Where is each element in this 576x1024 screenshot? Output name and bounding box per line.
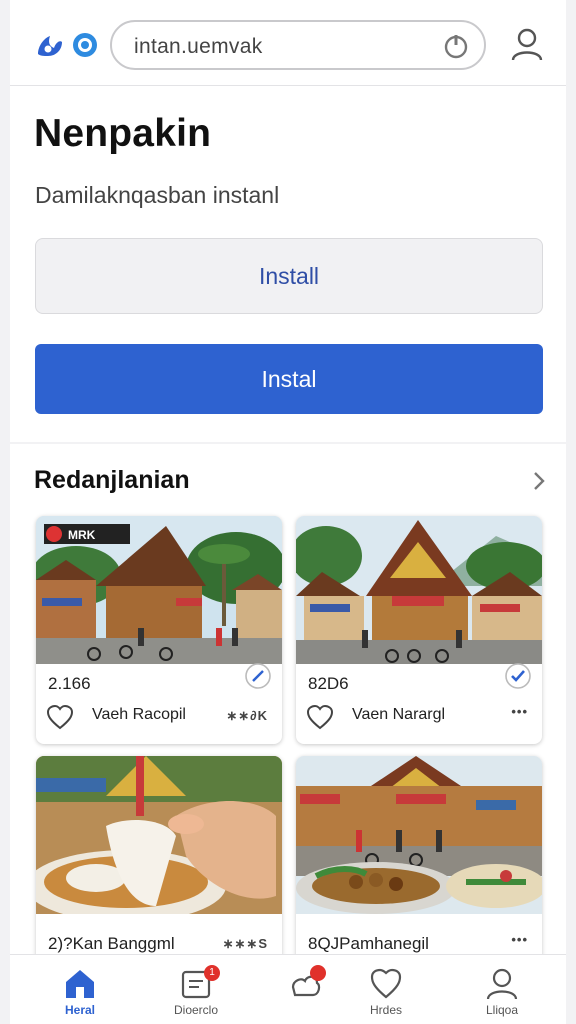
search-value: intan.uemvak bbox=[134, 35, 263, 58]
card-value: 82D6 bbox=[308, 674, 349, 693]
nav-favorites[interactable]: Hrdes bbox=[346, 961, 426, 1023]
heart-icon[interactable] bbox=[46, 704, 74, 730]
bottom-nav: Heral 1 Dioerclo Hrdes Lliqoa bbox=[10, 954, 566, 1024]
install-panel: Nenpakin Damilaknqasban instanl Install … bbox=[10, 86, 566, 442]
card-image: MRK bbox=[36, 516, 282, 664]
recommendations-section: Redanjlanian MRK 2.166 Vaeh Racopil ∗∗∂K… bbox=[10, 444, 566, 966]
app-frame: intan.uemvak Nenpakin Damilaknqasban ins… bbox=[0, 0, 576, 1024]
card-value: 8QJPamhanegil bbox=[308, 934, 429, 953]
brush-icon[interactable] bbox=[244, 662, 272, 690]
nav-profile[interactable]: Lliqoa bbox=[462, 961, 542, 1023]
install-primary-button[interactable]: Instal bbox=[35, 344, 543, 414]
card-image bbox=[296, 516, 542, 664]
nav-label: Lliqoa bbox=[485, 1003, 519, 1017]
user-icon bbox=[486, 968, 518, 1000]
card-label: Vaeh Racopil bbox=[92, 706, 186, 723]
page-title: Nenpakin bbox=[34, 112, 212, 155]
top-bar: intan.uemvak bbox=[10, 0, 566, 86]
card-label: Vaen Narargl bbox=[352, 706, 446, 723]
heart-icon[interactable] bbox=[306, 704, 334, 730]
check-icon[interactable] bbox=[504, 662, 532, 690]
list-item[interactable]: 82D6 Vaen Narargl ••• bbox=[296, 516, 542, 744]
card-value: 2)?Kan Banggml bbox=[48, 934, 175, 953]
section-title: Redanjlanian bbox=[34, 466, 190, 494]
notification-badge: 1 bbox=[204, 965, 220, 981]
card-image bbox=[296, 756, 542, 914]
nav-label: Heral bbox=[64, 1003, 96, 1017]
nav-list[interactable]: 1 Dioerclo bbox=[156, 961, 236, 1023]
home-icon bbox=[66, 970, 94, 998]
list-item[interactable]: MRK 2.166 Vaeh Racopil ∗∗∂K bbox=[36, 516, 282, 744]
card-meta: ∗∗∗S bbox=[222, 936, 268, 951]
card-meta: ∗∗∂K bbox=[226, 708, 268, 723]
brand-logo-icon bbox=[38, 36, 62, 56]
card-image bbox=[36, 756, 282, 914]
nav-home[interactable]: Heral bbox=[40, 961, 120, 1023]
card-value: 2.166 bbox=[48, 674, 91, 693]
list-item[interactable]: 2)?Kan Banggml ∗∗∗S bbox=[36, 756, 282, 966]
nav-label: Hrdes bbox=[369, 1003, 402, 1017]
list-item[interactable]: 8QJPamhanegil ••• bbox=[296, 756, 542, 966]
user-icon[interactable] bbox=[510, 26, 544, 62]
chevron-right-icon[interactable] bbox=[532, 470, 546, 492]
more-options-icon[interactable]: ••• bbox=[511, 704, 528, 719]
notification-badge bbox=[310, 965, 326, 981]
nav-label: Dioerclo bbox=[173, 1003, 218, 1017]
nav-cloud[interactable] bbox=[266, 961, 346, 1023]
power-icon[interactable] bbox=[442, 32, 470, 60]
brand-logo[interactable] bbox=[36, 32, 98, 58]
page-subtitle: Damilaknqasban instanl bbox=[35, 182, 280, 208]
install-secondary-button[interactable]: Install bbox=[35, 238, 543, 314]
shop-sign-text: MRK bbox=[68, 528, 96, 542]
globe-icon bbox=[73, 33, 97, 57]
search-input[interactable]: intan.uemvak bbox=[110, 20, 486, 70]
heart-icon bbox=[370, 968, 402, 999]
more-options-icon[interactable]: ••• bbox=[511, 932, 528, 947]
